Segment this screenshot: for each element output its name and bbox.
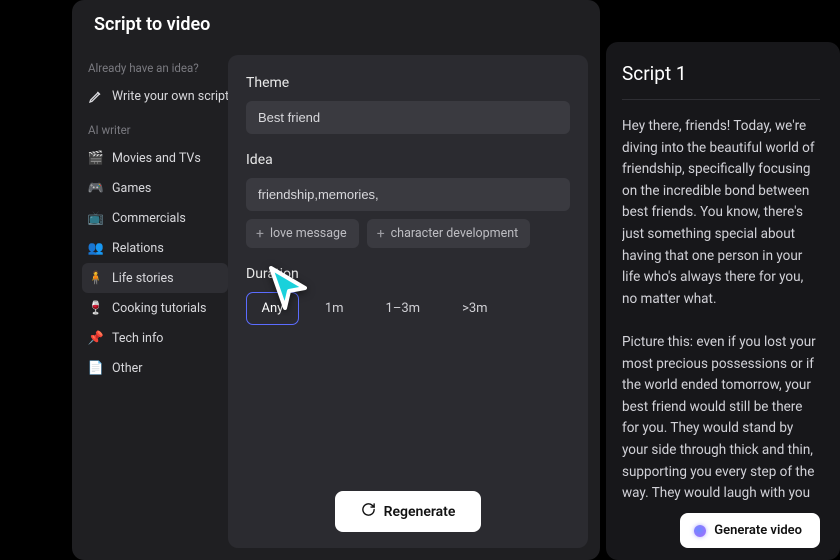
theme-label: Theme [246,75,570,91]
sidebar-item-movies-and-tvs[interactable]: 🎬 Movies and TVs [82,143,228,173]
idea-suggestions: + love message + character development [246,219,570,248]
panel-body: Already have an idea? Write your own scr… [72,47,600,560]
sidebar-item-games[interactable]: 🎮 Games [82,173,228,203]
sidebar-item-tech-info[interactable]: 📌 Tech info [82,323,228,353]
chip-label: character development [391,226,519,241]
category-icon: 📄 [88,360,104,376]
panel-title: Script to video [94,14,578,35]
sidebar-ai-heading: AI writer [82,117,228,143]
sparkle-icon [694,525,706,537]
chip-label: love message [270,226,347,241]
pencil-icon [88,88,104,104]
sidebar-item-label: Commercials [112,211,186,226]
form-area: Theme Idea + love message + character devel… [228,55,588,548]
suggestion-chip[interactable]: + love message [246,219,359,248]
regenerate-label: Regenerate [384,504,456,520]
script-body: Hey there, friends! Today, we're diving … [622,116,820,503]
script-to-video-panel: Script to video Already have an idea? Wr… [72,0,600,560]
script-title: Script 1 [622,62,820,85]
idea-label: Idea [246,152,570,168]
theme-input[interactable] [246,101,570,134]
sidebar-item-label: Life stories [112,271,174,286]
category-icon: 📺 [88,210,104,226]
category-icon: 👥 [88,240,104,256]
duration-label: Duration [246,266,570,282]
sidebar-item-commercials[interactable]: 📺 Commercials [82,203,228,233]
sidebar-item-label: Relations [112,241,164,256]
sidebar-write-own-script[interactable]: Write your own script [82,81,228,111]
duration-option[interactable]: >3m [446,292,504,325]
regenerate-wrap: Regenerate [246,475,570,532]
category-icon: 🧍 [88,270,104,286]
plus-icon: + [377,227,385,241]
sidebar-item-label: Other [112,361,142,376]
sidebar-item-label: Write your own script [112,89,228,104]
sidebar-item-label: Cooking tutorials [112,301,206,316]
sidebar-item-life-stories[interactable]: 🧍 Life stories [82,263,228,293]
generate-video-button[interactable]: Generate video [680,513,820,548]
sidebar-item-relations[interactable]: 👥 Relations [82,233,228,263]
duration-option[interactable]: 1m [309,292,360,325]
generate-label: Generate video [714,523,802,538]
suggestion-chip[interactable]: + character development [367,219,531,248]
script-preview-panel: Script 1 Hey there, friends! Today, we'r… [606,42,840,560]
idea-input[interactable] [246,178,570,211]
category-icon: 🎬 [88,150,104,166]
plus-icon: + [256,227,264,241]
divider [622,99,820,100]
duration-options: Any 1m 1–3m >3m [246,292,570,325]
sidebar-prompt-heading: Already have an idea? [82,55,228,81]
category-icon: 📌 [88,330,104,346]
refresh-icon [361,502,376,521]
category-icon: 🍷 [88,300,104,316]
regenerate-button[interactable]: Regenerate [335,491,482,532]
sidebar: Already have an idea? Write your own scr… [72,47,228,560]
panel-header: Script to video [72,0,600,47]
sidebar-item-cooking-tutorials[interactable]: 🍷 Cooking tutorials [82,293,228,323]
duration-option[interactable]: 1–3m [370,292,437,325]
app-root: Script to video Already have an idea? Wr… [0,0,840,560]
sidebar-item-label: Movies and TVs [112,151,201,166]
category-icon: 🎮 [88,180,104,196]
sidebar-item-other[interactable]: 📄 Other [82,353,228,383]
duration-option[interactable]: Any [246,292,299,325]
sidebar-item-label: Games [112,181,151,196]
sidebar-item-label: Tech info [112,331,163,346]
generate-wrap: Generate video [622,503,820,548]
